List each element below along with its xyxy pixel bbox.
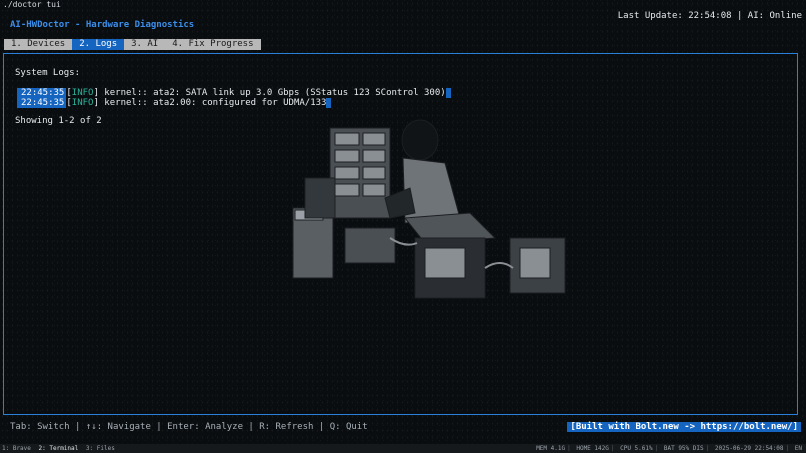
keyboard-help: Tab: Switch | ↑↓: Navigate | Enter: Anal… bbox=[10, 422, 368, 432]
cursor bbox=[445, 88, 451, 98]
built-with-link[interactable]: [Built with Bolt.new -> https://bolt.new… bbox=[567, 422, 801, 432]
tmux-window-brave[interactable]: 1: Brave bbox=[0, 444, 33, 453]
cpu-readout: CPU 5.61% bbox=[620, 445, 653, 452]
section-title: System Logs: bbox=[15, 68, 81, 78]
clock: 2025-06-29 22:54:08 bbox=[714, 445, 784, 452]
separator: | bbox=[610, 445, 615, 452]
log-level: INFO bbox=[71, 88, 94, 98]
separator: | bbox=[785, 445, 790, 452]
tab-ai[interactable]: 3. AI bbox=[124, 39, 165, 50]
status-readout: Last Update: 22:54:08 | AI: Online bbox=[617, 11, 802, 21]
log-time: 22:45:35 bbox=[17, 98, 67, 108]
log-time: 22:45:35 bbox=[17, 88, 67, 98]
tab-devices[interactable]: 1. Devices bbox=[4, 39, 72, 50]
app-title: AI-HWDoctor - Hardware Diagnostics bbox=[10, 20, 195, 30]
separator: | bbox=[654, 445, 659, 452]
language-indicator: EN bbox=[794, 445, 802, 452]
log-message: kernel:: ata2: SATA link up 3.0 Gbps (SS… bbox=[98, 88, 446, 98]
separator: | bbox=[567, 445, 571, 452]
battery-readout: BAT 95% DIS bbox=[663, 445, 704, 452]
log-message: kernel:: ata2.00: configured for UDMA/13… bbox=[98, 98, 327, 108]
tab-logs[interactable]: 2. Logs bbox=[72, 39, 125, 50]
log-entry[interactable]: 22:45:35[INFO] kernel:: ata2: SATA link … bbox=[17, 88, 451, 98]
tmux-window-terminal[interactable]: 2: Terminal bbox=[37, 444, 81, 453]
log-entry[interactable]: 22:45:35[INFO] kernel:: ata2.00: configu… bbox=[17, 98, 332, 108]
tmux-window-files[interactable]: 3: Files bbox=[84, 444, 117, 453]
mem-readout: MEM 4.1G bbox=[536, 445, 566, 452]
window-title: ./doctor tui bbox=[3, 0, 61, 9]
repair-illustration bbox=[292, 119, 566, 299]
log-level: INFO bbox=[71, 98, 94, 108]
home-readout: HOME 142G bbox=[576, 445, 609, 452]
pagination-status: Showing 1-2 of 2 bbox=[15, 116, 102, 126]
tab-bar: 1. Devices 2. Logs 3. AI 4. Fix Progress bbox=[4, 39, 261, 50]
cursor bbox=[326, 98, 332, 108]
tmux-status-bar: 1: Brave 2: Terminal 3: Files MEM 4.1G | … bbox=[0, 444, 806, 453]
separator: | bbox=[705, 445, 710, 452]
tab-fix-progress[interactable]: 4. Fix Progress bbox=[165, 39, 260, 50]
